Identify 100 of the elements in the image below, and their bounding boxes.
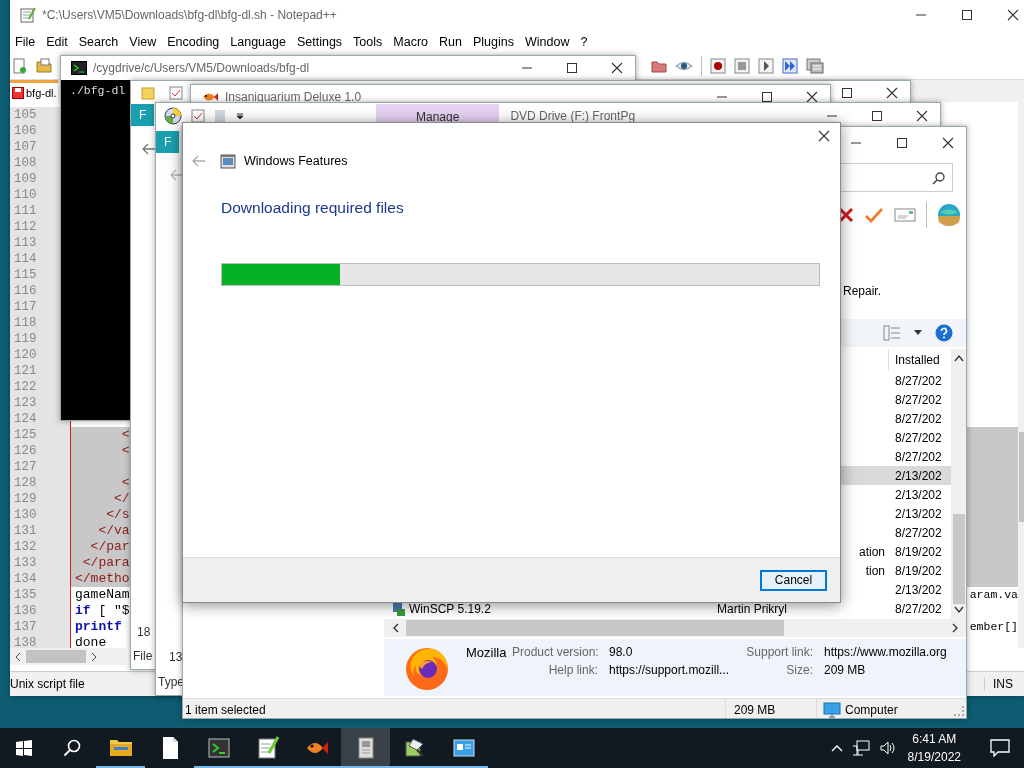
close-icon[interactable] [916, 110, 928, 122]
window-title: *C:\Users\VM5\Downloads\bfg-dl\bfg-dl.sh - Notepad++ [42, 8, 337, 22]
back-arrow-icon[interactable] [170, 169, 184, 181]
line-number: 136 [10, 603, 70, 619]
date-text: 2/13/202 [894, 582, 943, 597]
menu-item[interactable]: Encoding [167, 35, 220, 49]
macro-list-icon[interactable] [806, 58, 824, 74]
checkbox-icon[interactable] [191, 109, 205, 123]
status-text: Unix script file [10, 677, 85, 691]
close-icon[interactable] [611, 62, 623, 74]
network-icon[interactable] [851, 740, 870, 756]
scroll-thumb[interactable] [953, 514, 965, 604]
file-tab[interactable]: bfg-dl. [10, 80, 58, 102]
menu-item[interactable]: Search [78, 35, 119, 49]
maximize-icon[interactable] [841, 87, 853, 99]
maximize-icon[interactable] [871, 110, 883, 122]
scroll-right-icon[interactable] [951, 623, 959, 633]
close-icon[interactable] [806, 91, 818, 103]
scrollbar[interactable] [951, 349, 966, 619]
search-icon[interactable] [63, 739, 81, 757]
menu-item[interactable]: Window [524, 35, 570, 49]
code-text: done [75, 635, 107, 651]
blank-icon[interactable] [214, 109, 226, 123]
taskbar-button[interactable] [341, 728, 390, 768]
folder-icon[interactable] [36, 58, 52, 74]
menu-item[interactable]: File [15, 35, 36, 49]
stop-icon[interactable] [734, 58, 750, 74]
code-text: </metho [75, 571, 130, 587]
checkmark-icon[interactable] [864, 207, 884, 223]
maximize-icon[interactable] [961, 9, 973, 21]
scroll-left-icon[interactable] [14, 651, 22, 662]
help-icon[interactable] [935, 324, 953, 342]
scrollbar[interactable] [1018, 102, 1024, 648]
menu-item[interactable]: Plugins [472, 35, 514, 49]
menu-item[interactable]: Macro [393, 35, 429, 49]
close-icon[interactable] [1007, 9, 1019, 21]
speaker-icon[interactable] [878, 740, 897, 756]
close-icon[interactable] [942, 137, 954, 149]
envelope-icon[interactable] [894, 208, 916, 222]
maximize-icon[interactable] [896, 137, 908, 149]
notification-icon[interactable] [990, 739, 1010, 757]
line-number: 125 [10, 427, 70, 443]
terminal-text: ./bfg-dl [70, 84, 126, 97]
line-number: 128 [10, 475, 70, 491]
browser-logo-icon [404, 645, 450, 691]
folder-icon[interactable] [651, 58, 667, 74]
computer-icon [823, 701, 841, 718]
field-label: Help link: [547, 663, 599, 677]
menu-item[interactable]: Run [439, 35, 462, 49]
record-icon[interactable] [710, 58, 726, 74]
maximize-icon[interactable] [566, 62, 578, 74]
new-file-icon[interactable] [12, 58, 28, 74]
menu-item[interactable]: Language [230, 35, 286, 49]
line-number: 131 [10, 523, 70, 539]
cancel-button[interactable]: Cancel [760, 569, 827, 591]
window-title: Windows Features [244, 154, 348, 168]
scroll-right-icon[interactable] [90, 651, 98, 662]
scrollbar[interactable] [384, 619, 966, 637]
publisher-name: Mozilla [466, 645, 507, 660]
chevron-up-icon[interactable] [830, 744, 843, 752]
menu-item[interactable]: ? [580, 35, 588, 49]
terminal-icon [71, 61, 87, 75]
scroll-up-icon[interactable] [954, 354, 964, 362]
date-text: 8/19/202 [894, 563, 943, 578]
terminal-icon [206, 736, 231, 760]
windows-logo-icon[interactable] [16, 740, 32, 756]
field-value: 98.0 [609, 645, 634, 659]
menu-item[interactable]: Tools [353, 35, 383, 49]
close-icon[interactable] [818, 130, 830, 142]
dropdown-icon[interactable] [235, 111, 245, 121]
scroll-thumb[interactable] [1019, 432, 1024, 522]
play-icon[interactable] [758, 58, 774, 74]
scrollbar[interactable] [10, 648, 126, 665]
scroll-thumb[interactable] [406, 620, 784, 636]
notepad-icon [20, 7, 36, 23]
code-text: if [ "$ [75, 603, 130, 619]
scroll-left-icon[interactable] [392, 623, 400, 633]
maximize-icon[interactable] [761, 91, 773, 103]
fast-forward-icon[interactable] [782, 58, 798, 74]
close-icon[interactable] [886, 87, 898, 99]
disc-icon[interactable] [164, 107, 182, 125]
code-text: </ [113, 491, 130, 507]
menu-item[interactable]: Edit [46, 35, 68, 49]
date-text: 8/27/202 [894, 449, 943, 464]
globe-icon[interactable] [937, 203, 961, 227]
cross-icon[interactable] [838, 207, 854, 223]
clock-time[interactable]: 6:41 AM [912, 730, 957, 748]
menu-item[interactable]: View [129, 35, 157, 49]
window-title: DVD Drive (F:) FrontPg [510, 109, 636, 123]
menu-item[interactable]: Settings [296, 35, 343, 49]
dropdown-icon[interactable] [913, 329, 923, 337]
back-arrow-icon[interactable] [142, 143, 156, 155]
clock-date[interactable]: 8/19/2022 [907, 748, 961, 766]
scroll-thumb[interactable] [26, 650, 86, 663]
line-number: 130 [10, 507, 70, 523]
line-number: 132 [10, 539, 70, 555]
dialog-heading: Downloading required files [221, 199, 405, 217]
checkbox-icon[interactable] [169, 86, 183, 100]
code-text: printf [75, 619, 122, 635]
scroll-down-icon[interactable] [954, 606, 964, 614]
